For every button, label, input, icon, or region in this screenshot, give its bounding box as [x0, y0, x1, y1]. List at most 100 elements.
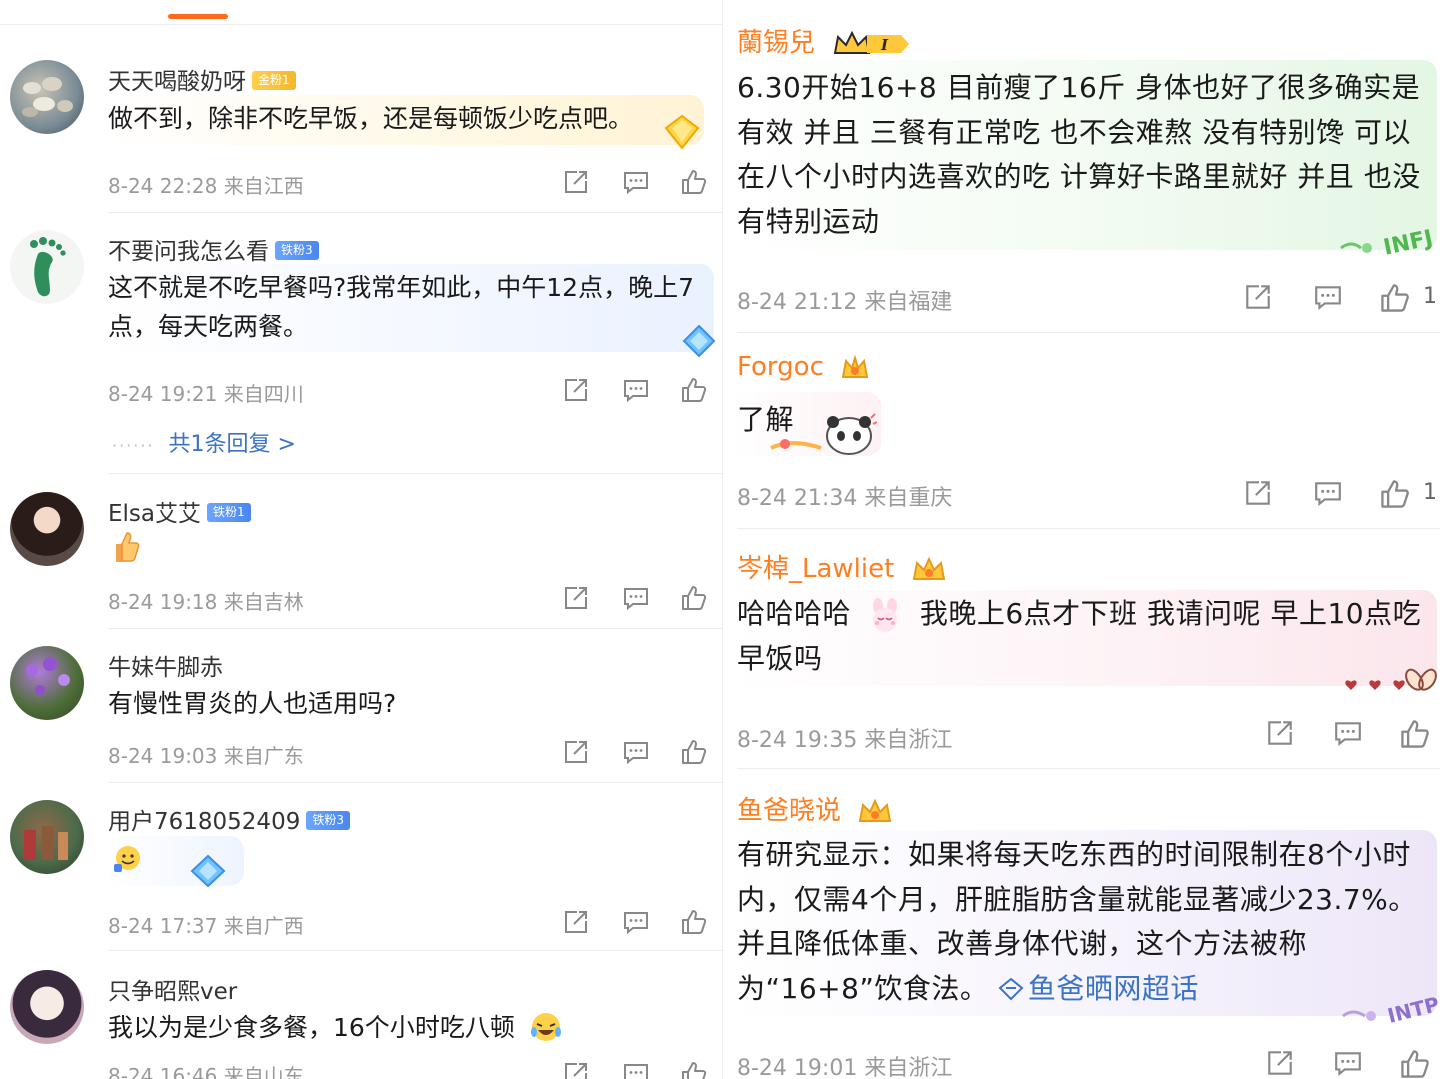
comment-actions: [562, 1060, 712, 1079]
avatar[interactable]: [10, 60, 84, 134]
comment-meta: 8-24 22:28 来自江西: [108, 174, 304, 198]
comment-text: 哈哈哈哈 我晚上6点才下班 我请问呢 早上10点吃早饭吗: [737, 597, 1422, 675]
comment-username[interactable]: 蘭锡兒 I: [737, 22, 911, 59]
avatar[interactable]: [10, 230, 84, 304]
comment-icon[interactable]: [1333, 718, 1363, 748]
svg-text:I: I: [880, 36, 889, 54]
comment-username[interactable]: 鱼爸晓说: [737, 790, 893, 827]
like-icon[interactable]: [1379, 478, 1411, 510]
like-icon[interactable]: [680, 168, 708, 196]
comment-meta: 8-24 21:34 来自重庆: [737, 486, 953, 511]
comment-username[interactable]: Forgoc: [737, 352, 870, 383]
comment-text: 有研究显示：如果将每天吃东西的时间限制在8个小时内，仅需4个月，肝脏脂肪含量就能…: [737, 838, 1417, 1005]
share-icon[interactable]: [562, 376, 590, 404]
comment-actions: [562, 376, 712, 406]
comment-username[interactable]: 天天喝酸奶呀 金粉1: [108, 62, 296, 96]
like-icon[interactable]: [680, 376, 708, 404]
svg-text:INTP: INTP: [1385, 992, 1440, 1026]
divider: [737, 332, 1440, 333]
avatar[interactable]: [10, 646, 84, 720]
comment-meta: 8-24 19:01 来自浙江: [737, 1056, 953, 1079]
vip-crown-icon: [912, 556, 945, 580]
vip-crown-icon: [859, 798, 892, 822]
comment-text: 做不到，除非不吃早饭，还是每顿饭少吃点吧。: [108, 104, 634, 133]
share-icon[interactable]: [562, 584, 590, 612]
comment-username[interactable]: 用户7618052409 铁粉3: [108, 802, 350, 836]
share-icon[interactable]: [562, 168, 590, 196]
comment-meta: 8-24 19:18 来自吉林: [108, 590, 304, 614]
comment-list-right: 蘭锡兒 I 6.30开始16+8 目前瘦了16斤 身体也好了很多确实是有效 并且…: [722, 0, 1440, 1079]
comment-actions: [1243, 282, 1439, 312]
waving-emoji: [114, 846, 140, 872]
comment-icon[interactable]: [622, 376, 650, 404]
like-count: 1: [1423, 284, 1437, 309]
comment-username[interactable]: Elsa艾艾 铁粉1: [108, 494, 251, 528]
divider: [108, 950, 722, 951]
comment-icon[interactable]: [622, 908, 650, 936]
divider: [0, 24, 722, 25]
comment-actions: [1265, 1048, 1440, 1078]
comment-username[interactable]: 只争昭熙ver: [108, 972, 237, 1006]
like-icon[interactable]: [680, 584, 708, 612]
comment-username[interactable]: 岑棹_Lawliet: [737, 548, 947, 585]
comment-text: 我以为是少食多餐，16个小时吃八顿: [108, 1013, 515, 1042]
sticker-decoration: [1345, 668, 1437, 691]
comment-meta: 8-24 21:12 来自福建: [737, 290, 953, 315]
avatar[interactable]: [10, 492, 84, 566]
comment-icon[interactable]: [622, 168, 650, 196]
like-icon[interactable]: [680, 1060, 708, 1079]
comment-list-left: 天天喝酸奶呀 金粉1 做不到，除非不吃早饭，还是每顿饭少吃点吧。 8-24 22:…: [0, 0, 722, 1079]
comment-username[interactable]: 不要问我怎么看 铁粉3: [108, 232, 319, 266]
comment-text: 这不就是不吃早餐吗?我常年如此，中午12点，晚上7点，每天吃两餐。: [108, 273, 694, 341]
fan-badge: 铁粉3: [275, 241, 319, 260]
like-icon[interactable]: [680, 908, 708, 936]
share-icon[interactable]: [562, 738, 590, 766]
super-topic-icon: [998, 977, 1024, 1000]
comment-actions: [562, 584, 712, 614]
share-icon[interactable]: [562, 908, 590, 936]
comment-icon[interactable]: [622, 738, 650, 766]
comment-icon[interactable]: [1313, 478, 1343, 508]
share-icon[interactable]: [1243, 282, 1273, 312]
comment-meta: 8-24 19:21 来自四川: [108, 382, 304, 406]
comment-icon[interactable]: [1313, 282, 1343, 312]
fan-badge: 金粉1: [252, 71, 296, 90]
like-icon[interactable]: [1379, 282, 1411, 314]
active-tab-indicator: [168, 14, 228, 19]
divider: [108, 628, 722, 629]
view-replies-link[interactable]: ······ 共1条回复 >: [112, 426, 296, 458]
vip-crown-icon: [841, 354, 869, 378]
comment-username[interactable]: 牛妹牛脚赤: [108, 648, 223, 682]
panda-sticker: [770, 413, 877, 455]
comment-actions: [562, 168, 712, 198]
sticker-decoration: INFJ: [1340, 226, 1435, 258]
share-icon[interactable]: [562, 1060, 590, 1079]
comment-icon[interactable]: [1333, 1048, 1363, 1078]
like-count: 1: [1423, 480, 1437, 505]
vip-crown-icon: I: [834, 30, 910, 54]
laughing-emoji: [531, 1013, 561, 1041]
fan-badge: 铁粉3: [306, 811, 350, 830]
share-icon[interactable]: [1265, 718, 1295, 748]
like-icon[interactable]: [680, 738, 708, 766]
bunny-emoji: [873, 598, 898, 632]
comment-actions: [562, 738, 712, 768]
super-topic-link[interactable]: 鱼爸晒网超话: [998, 972, 1199, 1005]
divider: [108, 473, 722, 474]
comment-meta: 8-24 19:35 来自浙江: [737, 728, 953, 753]
comment-actions: [1243, 478, 1439, 508]
share-icon[interactable]: [1265, 1048, 1295, 1078]
diamond-icon: [682, 324, 716, 358]
divider: [108, 212, 722, 213]
comment-meta: 8-24 17:37 来自广西: [108, 914, 304, 938]
comment-meta: 8-24 19:03 来自广东: [108, 744, 304, 768]
share-icon[interactable]: [1243, 478, 1273, 508]
comment-icon[interactable]: [622, 1060, 650, 1079]
avatar[interactable]: [10, 970, 84, 1044]
avatar[interactable]: [10, 800, 84, 874]
like-icon[interactable]: [1399, 718, 1431, 750]
like-icon[interactable]: [1399, 1048, 1431, 1079]
diamond-icon: [664, 114, 700, 150]
comment-meta: 8-24 16:46 来自山东: [108, 1064, 304, 1079]
comment-icon[interactable]: [622, 584, 650, 612]
